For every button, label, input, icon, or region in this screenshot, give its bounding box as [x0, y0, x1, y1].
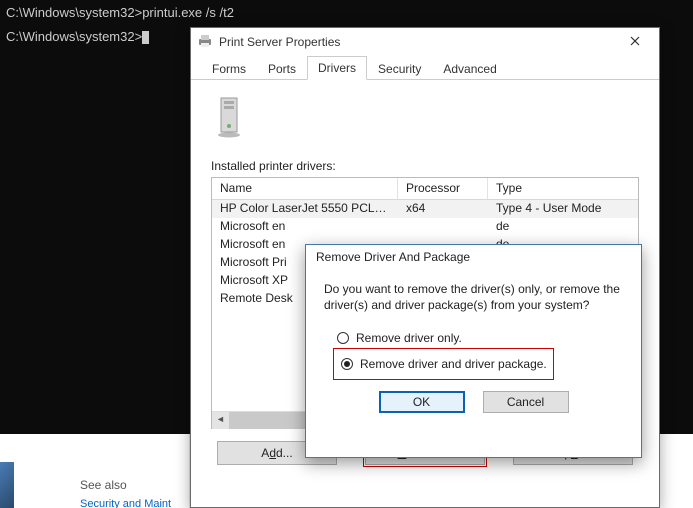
cmd-prompt: C:\Windows\system32> [6, 5, 142, 20]
radio-remove-driver-package[interactable]: Remove driver and driver package. [340, 351, 547, 377]
ok-button[interactable]: OK [379, 391, 465, 413]
col-processor[interactable]: Processor [398, 178, 488, 199]
cell-proc: x64 [398, 200, 488, 218]
see-also-heading: See also [80, 478, 127, 492]
cell-name: Microsoft en [212, 218, 398, 236]
tab-ports[interactable]: Ports [257, 57, 307, 80]
cell-proc [398, 218, 488, 236]
remove-driver-dialog: Remove Driver And Package Do you want to… [305, 244, 642, 458]
col-name[interactable]: Name [212, 178, 398, 199]
close-button[interactable] [617, 32, 653, 52]
tab-bar: Forms Ports Drivers Security Advanced [191, 56, 659, 80]
control-panel-sidebar: See also Security and Maint [0, 434, 190, 508]
radio-checked-icon [340, 357, 354, 371]
radio-label: Remove driver only. [356, 331, 462, 345]
cmd-cursor [142, 31, 149, 44]
cancel-button[interactable]: Cancel [483, 391, 569, 413]
cmd-command: printui.exe /s /t2 [142, 5, 234, 20]
cmd-line: C:\Windows\system32>printui.exe /s /t2 [6, 4, 687, 22]
server-icon [215, 96, 639, 141]
cell-name: HP Color LaserJet 5550 PCL6 Clas... [212, 200, 398, 218]
titlebar[interactable]: Print Server Properties [191, 28, 659, 56]
scroll-left-arrow[interactable]: ◄ [212, 412, 229, 429]
tab-security[interactable]: Security [367, 57, 432, 80]
radio-remove-driver-only[interactable]: Remove driver only. [336, 325, 623, 351]
dialog-title: Remove Driver And Package [306, 245, 641, 271]
radio-label: Remove driver and driver package. [360, 357, 547, 371]
installed-drivers-label: Installed printer drivers: [211, 159, 639, 173]
wallpaper-strip [0, 462, 14, 508]
cmd-prompt: C:\Windows\system32> [6, 29, 142, 44]
dialog-text: Do you want to remove the driver(s) only… [306, 271, 641, 319]
col-type[interactable]: Type [488, 178, 638, 199]
table-header: Name Processor Type [212, 178, 638, 200]
cell-type: Type 4 - User Mode [488, 200, 638, 218]
printer-icon [197, 34, 213, 51]
security-link[interactable]: Security and Maint [80, 498, 171, 508]
table-row[interactable]: Microsoft en de [212, 218, 638, 236]
tab-drivers[interactable]: Drivers [307, 56, 367, 80]
table-row[interactable]: HP Color LaserJet 5550 PCL6 Clas... x64 … [212, 200, 638, 218]
tab-advanced[interactable]: Advanced [432, 57, 507, 80]
cell-type: de [488, 218, 638, 236]
tab-forms[interactable]: Forms [201, 57, 257, 80]
radio-group: Remove driver only. Remove driver and dr… [306, 319, 641, 377]
radio-unchecked-icon [336, 331, 350, 345]
window-title: Print Server Properties [219, 35, 340, 49]
close-icon [630, 36, 640, 46]
dialog-buttons: OK Cancel [306, 377, 641, 413]
